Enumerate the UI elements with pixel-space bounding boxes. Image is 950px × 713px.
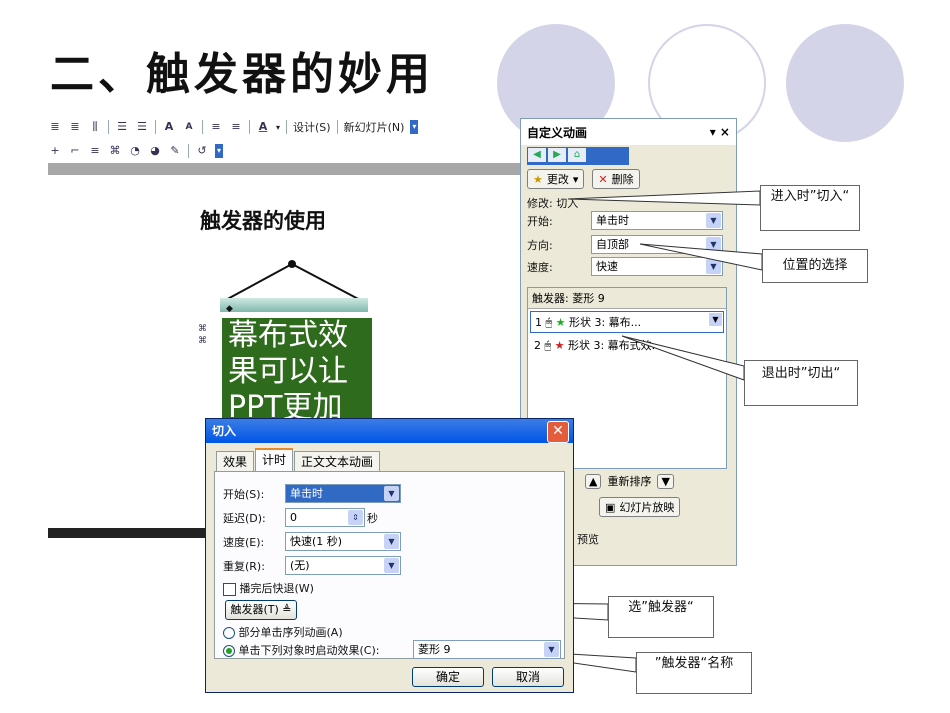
dialog-body: 开始(S): 单击时 ▼ 延迟(D): 0 ⇕ 秒 速度(E): 快速(1 秒) ▼ … xyxy=(214,471,565,659)
dialog-title: 切入 xyxy=(212,424,237,438)
ok-button[interactable]: 确定 xyxy=(412,667,484,687)
delay-input[interactable]: 0 ⇕ xyxy=(285,508,365,527)
tab-timing[interactable]: 计时 xyxy=(255,448,294,471)
callout-exit: 退出时”切出“ xyxy=(744,360,858,406)
rewind-checkbox[interactable]: 播完后快退(W) xyxy=(223,580,314,596)
delay-label: 延迟(D): xyxy=(223,512,266,525)
trigger-button[interactable]: 触发器(T) ≜ xyxy=(225,600,297,620)
trigger-object-select[interactable]: 菱形 9 ▼ xyxy=(413,640,561,659)
close-icon[interactable]: ✕ xyxy=(547,421,569,443)
delay-unit: 秒 xyxy=(367,512,378,525)
repeat-label: 重复(R): xyxy=(223,560,265,573)
repeat-select[interactable]: (无) ▼ xyxy=(285,556,401,575)
callout-select-trigger: 选”触发器“ xyxy=(608,596,714,638)
speed-label: 速度(E): xyxy=(223,536,265,549)
callout-trigger-name: ”触发器“名称 xyxy=(636,652,752,694)
speed-select[interactable]: 快速(1 秒) ▼ xyxy=(285,532,401,551)
effect-options-dialog: 切入 ✕ 效果 计时 正文文本动画 开始(S): 单击时 ▼ 延迟(D): 0 ⇕ … xyxy=(205,418,574,693)
cancel-button[interactable]: 取消 xyxy=(492,667,564,687)
callout-enter: 进入时”切入“ xyxy=(760,185,860,231)
callout-position: 位置的选择 xyxy=(762,249,868,283)
start-label: 开始(S): xyxy=(223,488,265,501)
dialog-tabs: 效果 计时 正文文本动画 xyxy=(216,448,381,471)
option-start-on-click[interactable]: 单击下列对象时启动效果(C): xyxy=(223,642,379,658)
tab-effect[interactable]: 效果 xyxy=(216,451,255,471)
tab-text-animation[interactable]: 正文文本动画 xyxy=(294,451,381,471)
option-click-sequence[interactable]: 部分单击序列动画(A) xyxy=(223,624,343,640)
start-select[interactable]: 单击时 ▼ xyxy=(285,484,401,503)
